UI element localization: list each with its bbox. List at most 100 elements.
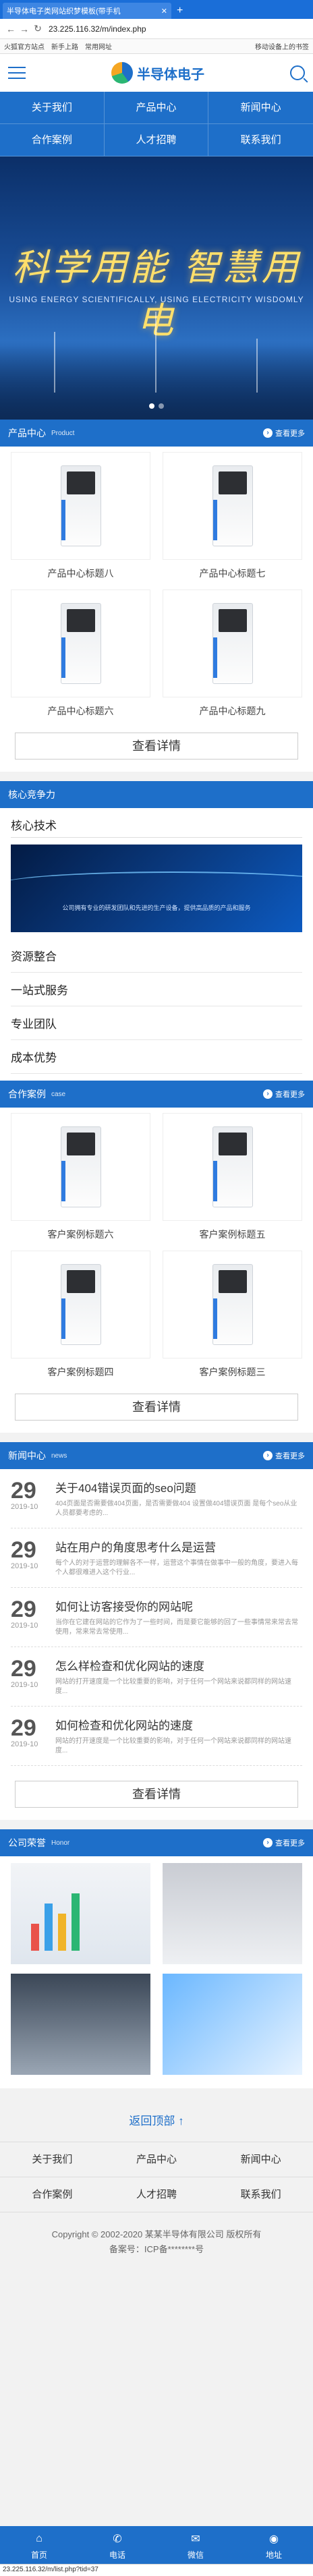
bookmark-item[interactable]: 火狐官方站点 bbox=[4, 41, 45, 51]
case-card[interactable]: 客户案例标题四 bbox=[11, 1251, 150, 1379]
section-en-title: Product bbox=[51, 429, 75, 437]
honor-image[interactable] bbox=[163, 1974, 302, 2075]
product-image bbox=[11, 590, 150, 697]
news-item[interactable]: 29 2019-10 站在用户的角度思考什么是运营 每个人的对于运营的理解各不一… bbox=[11, 1528, 302, 1588]
case-card[interactable]: 客户案例标题五 bbox=[163, 1113, 302, 1241]
core-item[interactable]: 成本优势 bbox=[11, 1040, 302, 1074]
product-label: 产品中心标题七 bbox=[199, 568, 266, 579]
news-desc: 404页面是否需要做404页面，是否需要做404 设置做404错误页面 是每个s… bbox=[55, 1500, 297, 1517]
nav-item-products[interactable]: 产品中心 bbox=[104, 92, 209, 124]
footer-nav: 关于我们 产品中心 新闻中心 合作案例 人才招聘 联系我们 bbox=[0, 2142, 313, 2212]
honor-more-link[interactable]: › 查看更多 bbox=[263, 1837, 305, 1848]
back-icon[interactable]: ← bbox=[4, 24, 18, 34]
news-detail-button[interactable]: 查看详情 bbox=[15, 1781, 298, 1808]
footer-nav-item[interactable]: 合作案例 bbox=[0, 2177, 105, 2212]
product-card[interactable]: 产品中心标题六 bbox=[11, 590, 150, 718]
core-item[interactable]: 一站式服务 bbox=[11, 973, 302, 1006]
bookmark-item[interactable]: 新手上路 bbox=[51, 41, 78, 51]
footer-nav-item[interactable]: 联系我们 bbox=[208, 2177, 313, 2212]
news-item[interactable]: 29 2019-10 怎么样检查和优化网站的速度 网站的打开速度是一个比较重要的… bbox=[11, 1647, 302, 1707]
bottom-wechat-button[interactable]: ✉ 微信 bbox=[156, 2526, 235, 2564]
reload-icon[interactable]: ↻ bbox=[31, 23, 45, 34]
cases-grid: 客户案例标题六 客户案例标题五 客户案例标题四 客户案例标题三 查看详情 bbox=[0, 1108, 313, 1433]
news-desc: 网站的打开速度是一个比较重要的影响，对于任何一个网站来说都同样的网站速度... bbox=[55, 1678, 291, 1695]
nav-item-about[interactable]: 关于我们 bbox=[0, 92, 105, 124]
news-more-link[interactable]: › 查看更多 bbox=[263, 1450, 305, 1461]
new-tab-icon[interactable]: + bbox=[177, 3, 183, 19]
news-day: 29 bbox=[11, 1537, 36, 1563]
carousel-dot[interactable] bbox=[159, 403, 164, 409]
more-icon: › bbox=[263, 1838, 273, 1848]
product-card[interactable]: 产品中心标题七 bbox=[163, 452, 302, 580]
nav-item-news[interactable]: 新闻中心 bbox=[208, 92, 313, 124]
url-input[interactable]: 23.225.116.32/m/index.php bbox=[49, 24, 309, 34]
browser-tab[interactable]: 半导体电子类网站织梦模板(带手机 ✕ bbox=[3, 3, 171, 19]
footer-nav-item[interactable]: 新闻中心 bbox=[208, 2142, 313, 2177]
banner-title: 科学用能 智慧用电 bbox=[12, 246, 301, 342]
product-card[interactable]: 产品中心标题九 bbox=[163, 590, 302, 718]
core-item[interactable]: 专业团队 bbox=[11, 1006, 302, 1040]
close-icon[interactable]: ✕ bbox=[161, 7, 167, 16]
news-day: 29 bbox=[11, 1597, 36, 1622]
bottom-label: 电话 bbox=[109, 2550, 125, 2560]
hero-banner[interactable]: 科学用能 智慧用电 USING ENERGY SCIENTIFICALLY, U… bbox=[0, 156, 313, 420]
products-grid: 产品中心标题八 产品中心标题七 产品中心标题六 产品中心标题九 查看详情 bbox=[0, 447, 313, 772]
search-icon[interactable] bbox=[290, 65, 305, 80]
cases-more-link[interactable]: › 查看更多 bbox=[263, 1089, 305, 1099]
cases-detail-button[interactable]: 查看详情 bbox=[15, 1394, 298, 1421]
news-day: 29 bbox=[11, 1478, 36, 1504]
news-day: 29 bbox=[11, 1715, 36, 1741]
nav-item-contact[interactable]: 联系我们 bbox=[208, 124, 313, 156]
bottom-phone-button[interactable]: ✆ 电话 bbox=[78, 2526, 156, 2564]
product-image bbox=[163, 452, 302, 560]
carousel-dots bbox=[0, 403, 313, 409]
core-item[interactable]: 资源整合 bbox=[11, 939, 302, 973]
carousel-dot[interactable] bbox=[149, 403, 154, 409]
bottom-home-button[interactable]: ⌂ 首页 bbox=[0, 2526, 78, 2564]
news-date: 29 2019-10 bbox=[11, 1657, 51, 1696]
more-icon: › bbox=[263, 428, 273, 438]
footer-nav-item[interactable]: 关于我们 bbox=[0, 2142, 105, 2177]
bookmark-item[interactable]: 常用网址 bbox=[85, 41, 112, 51]
banner-subtitle: USING ENERGY SCIENTIFICALLY, USING ELECT… bbox=[9, 295, 304, 304]
nav-item-cases[interactable]: 合作案例 bbox=[0, 124, 105, 156]
news-desc: 每个人的对于运营的理解各不一样，运营这个事情在做事中一般的角度，要进入每个人都很… bbox=[55, 1559, 298, 1576]
footer-nav-item[interactable]: 人才招聘 bbox=[104, 2177, 209, 2212]
news-title: 站在用户的角度思考什么是运营 bbox=[55, 1541, 216, 1554]
products-detail-button[interactable]: 查看详情 bbox=[15, 733, 298, 760]
back-to-top-link[interactable]: 返回顶部 ↑ bbox=[0, 2088, 313, 2142]
product-card[interactable]: 产品中心标题八 bbox=[11, 452, 150, 580]
power-tower bbox=[256, 339, 258, 393]
honor-image[interactable] bbox=[163, 1863, 302, 1964]
bottom-label: 首页 bbox=[30, 2550, 47, 2560]
core-item-tech[interactable]: 核心技术 bbox=[11, 812, 302, 838]
section-title: 新闻中心 bbox=[8, 1450, 46, 1461]
case-label: 客户案例标题三 bbox=[199, 1367, 266, 1377]
case-image bbox=[11, 1251, 150, 1358]
core-section: 核心技术 公司拥有专业的研发团队和先进的生产设备，提供高品质的产品和服务 资源整… bbox=[0, 808, 313, 1081]
nav-item-jobs[interactable]: 人才招聘 bbox=[104, 124, 209, 156]
honor-image[interactable] bbox=[11, 1974, 150, 2075]
more-label: 查看更多 bbox=[275, 430, 305, 438]
news-item[interactable]: 29 2019-10 如何检查和优化网站的速度 网站的打开速度是一个比较重要的影… bbox=[11, 1707, 302, 1766]
bookmark-item[interactable]: 移动设备上的书签 bbox=[255, 41, 309, 51]
browser-status-bar: 23.225.116.32/m/list.php?tid=37 bbox=[0, 2564, 313, 2576]
case-card[interactable]: 客户案例标题三 bbox=[163, 1251, 302, 1379]
products-more-link[interactable]: › 查看更多 bbox=[263, 428, 305, 438]
news-item[interactable]: 29 2019-10 如何让访客接受你的网站呢 当你在它建在网站的它作为了一些时… bbox=[11, 1588, 302, 1647]
footer-nav-item[interactable]: 产品中心 bbox=[104, 2142, 209, 2177]
news-title: 如何检查和优化网站的速度 bbox=[55, 1719, 193, 1732]
case-card[interactable]: 客户案例标题六 bbox=[11, 1113, 150, 1241]
section-title: 核心竞争力 bbox=[8, 789, 55, 800]
honor-grid bbox=[0, 1856, 313, 2088]
bottom-map-button[interactable]: ◉ 地址 bbox=[235, 2526, 313, 2564]
news-date: 29 2019-10 bbox=[11, 1479, 51, 1518]
honor-image[interactable] bbox=[11, 1863, 150, 1964]
section-title: 公司荣誉 bbox=[8, 1837, 46, 1848]
logo[interactable]: 半导体电子 bbox=[111, 62, 204, 84]
copyright-text: Copyright © 2002-2020 某某半导体有限公司 版权所有 bbox=[51, 2229, 262, 2239]
forward-icon[interactable]: → bbox=[18, 24, 31, 34]
news-item[interactable]: 29 2019-10 关于404错误页面的seo问题 404页面是否需要做404… bbox=[11, 1469, 302, 1528]
honor-section-header: 公司荣誉 Honor › 查看更多 bbox=[0, 1829, 313, 1856]
menu-icon[interactable] bbox=[8, 67, 26, 79]
